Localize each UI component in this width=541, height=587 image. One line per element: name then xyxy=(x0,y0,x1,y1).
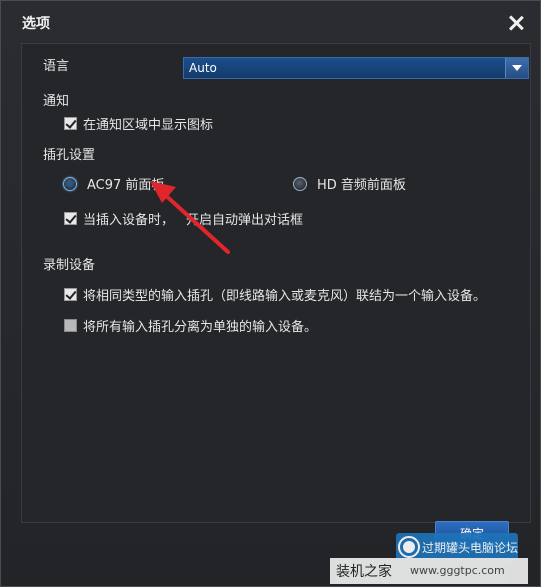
site-watermark: 装机之家 www.gggtpc.com xyxy=(330,558,528,584)
annotation-arrow-shaft xyxy=(161,191,230,254)
forum-watermark-text: 过期罐头电脑论坛 xyxy=(422,541,519,555)
annotation-arrow-icon xyxy=(150,181,230,254)
forum-logo-icon xyxy=(398,536,420,558)
site-watermark-url: www.gggtpc.com xyxy=(410,564,505,577)
forum-watermark-badge: 过期罐头电脑论坛 xyxy=(396,533,518,561)
site-watermark-name: 装机之家 xyxy=(336,564,392,580)
